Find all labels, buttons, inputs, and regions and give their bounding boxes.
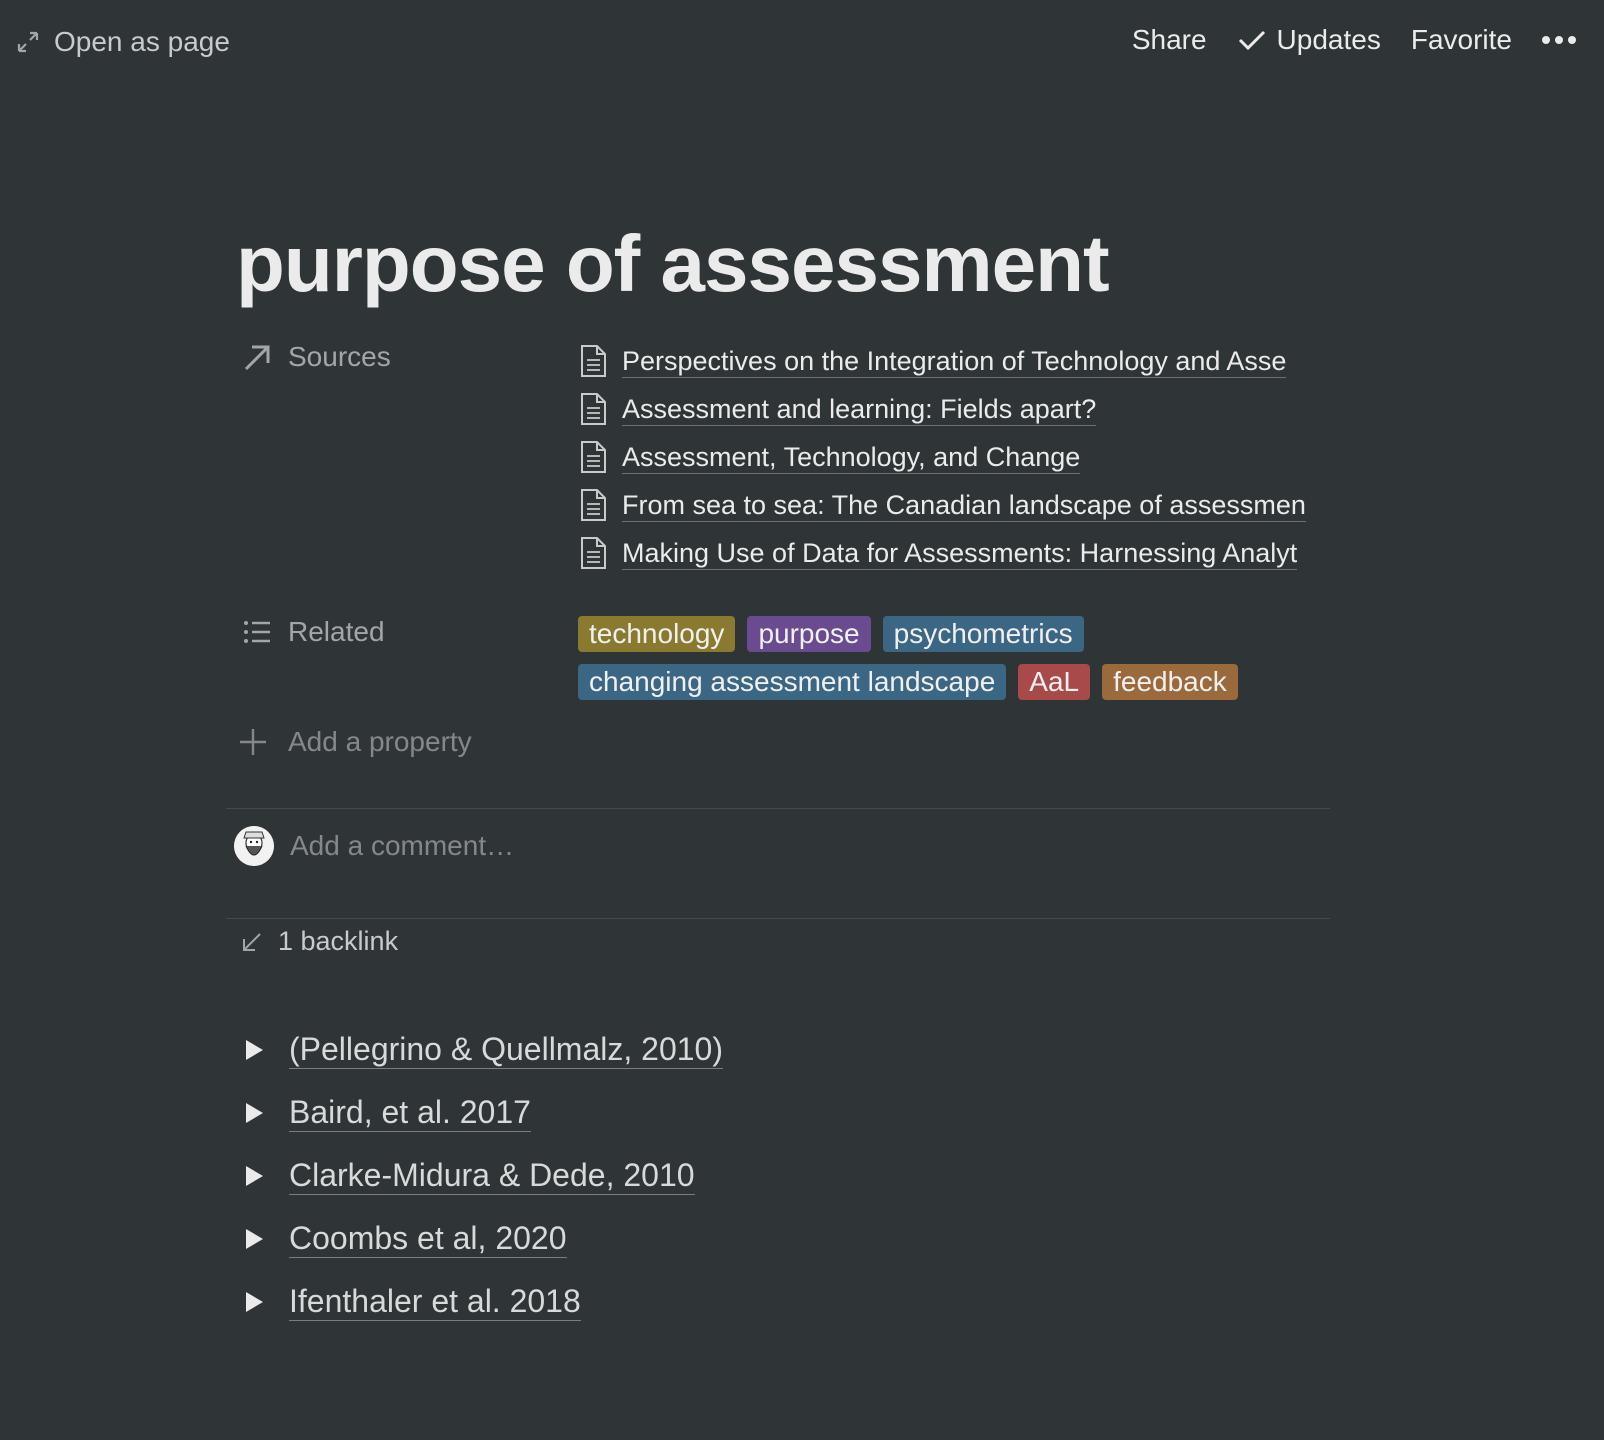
expand-arrows-icon (17, 31, 39, 53)
share-button[interactable]: Share (1132, 24, 1207, 56)
toggle-label: (Pellegrino & Quellmalz, 2010) (289, 1031, 723, 1069)
tag-technology[interactable]: technology (578, 616, 736, 652)
checkmark-icon (1238, 30, 1265, 51)
document-icon (581, 345, 606, 377)
arrow-up-right-icon (244, 345, 270, 371)
triangle-right-icon[interactable] (246, 1291, 263, 1312)
source-title: Assessment and learning: Fields apart? (622, 393, 1097, 426)
sources-label: Sources (288, 341, 391, 372)
document-icon (581, 393, 606, 425)
tag-feedback[interactable]: feedback (1102, 664, 1238, 700)
add-property-button[interactable]: Add a property (238, 726, 472, 758)
toggle-label: Coombs et al, 2020 (289, 1220, 567, 1258)
source-item[interactable]: From sea to sea: The Canadian landscape … (578, 481, 1362, 529)
related-property-label[interactable]: Related (242, 616, 385, 648)
toggle-item[interactable]: Ifenthaler et al. 2018 (242, 1270, 723, 1333)
source-item[interactable]: Assessment and learning: Fields apart? (578, 385, 1362, 433)
sources-list: Perspectives on the Integration of Techn… (578, 337, 1362, 577)
toggle-label: Ifenthaler et al. 2018 (289, 1283, 581, 1321)
source-title: Making Use of Data for Assessments: Harn… (622, 537, 1298, 570)
related-tags[interactable]: technology purpose psychometrics changin… (578, 616, 1338, 712)
toggle-list: (Pellegrino & Quellmalz, 2010) Baird, et… (242, 1018, 723, 1333)
topbar: Open as page Share Updates Favorite (0, 0, 1604, 90)
triangle-right-icon[interactable] (246, 1165, 263, 1186)
source-item[interactable]: Perspectives on the Integration of Techn… (578, 337, 1362, 385)
backlinks-button[interactable]: 1 backlink (240, 926, 398, 957)
toggle-label: Clarke-Midura & Dede, 2010 (289, 1157, 695, 1195)
toggle-label: Baird, et al. 2017 (289, 1094, 531, 1132)
tag-changing-assessment-landscape[interactable]: changing assessment landscape (578, 664, 1007, 700)
divider (226, 918, 1330, 919)
tag-aal[interactable]: AaL (1018, 664, 1091, 700)
tag-purpose[interactable]: purpose (747, 616, 871, 652)
divider (226, 808, 1330, 809)
triangle-right-icon[interactable] (246, 1039, 263, 1060)
toggle-item[interactable]: Coombs et al, 2020 (242, 1207, 723, 1270)
document-icon (581, 537, 606, 569)
ellipsis-icon[interactable] (1542, 36, 1576, 44)
updates-label: Updates (1276, 24, 1381, 55)
triangle-right-icon[interactable] (246, 1102, 263, 1123)
sources-property-label[interactable]: Sources (242, 341, 391, 373)
tag-psychometrics[interactable]: psychometrics (882, 616, 1084, 652)
top-actions: Share Updates Favorite (1102, 24, 1576, 56)
source-item[interactable]: Making Use of Data for Assessments: Harn… (578, 529, 1362, 577)
open-as-page-button[interactable]: Open as page (16, 26, 230, 58)
plus-icon (240, 729, 266, 755)
document-icon (581, 441, 606, 473)
source-title: Assessment, Technology, and Change (622, 441, 1081, 474)
related-label: Related (288, 616, 385, 647)
open-as-page-label: Open as page (54, 26, 230, 57)
add-property-label: Add a property (288, 726, 472, 757)
backlinks-label: 1 backlink (278, 926, 399, 956)
source-item[interactable]: Assessment, Technology, and Change (578, 433, 1362, 481)
avatar (234, 826, 274, 866)
toggle-item[interactable]: (Pellegrino & Quellmalz, 2010) (242, 1018, 723, 1081)
share-label: Share (1131, 24, 1207, 55)
triangle-right-icon[interactable] (246, 1228, 263, 1249)
source-title: Perspectives on the Integration of Techn… (622, 345, 1287, 378)
document-icon (581, 489, 606, 521)
updates-button[interactable]: Updates (1237, 24, 1381, 56)
toggle-item[interactable]: Clarke-Midura & Dede, 2010 (242, 1144, 723, 1207)
comment-placeholder: Add a comment… (290, 830, 515, 861)
favorite-label: Favorite (1410, 24, 1512, 55)
comment-input[interactable]: Add a comment… (234, 826, 514, 866)
list-icon (244, 621, 270, 643)
arrow-down-left-icon (243, 932, 261, 951)
page-title[interactable]: purpose of assessment (236, 218, 1110, 310)
source-title: From sea to sea: The Canadian landscape … (622, 489, 1306, 522)
toggle-item[interactable]: Baird, et al. 2017 (242, 1081, 723, 1144)
favorite-button[interactable]: Favorite (1411, 24, 1512, 56)
